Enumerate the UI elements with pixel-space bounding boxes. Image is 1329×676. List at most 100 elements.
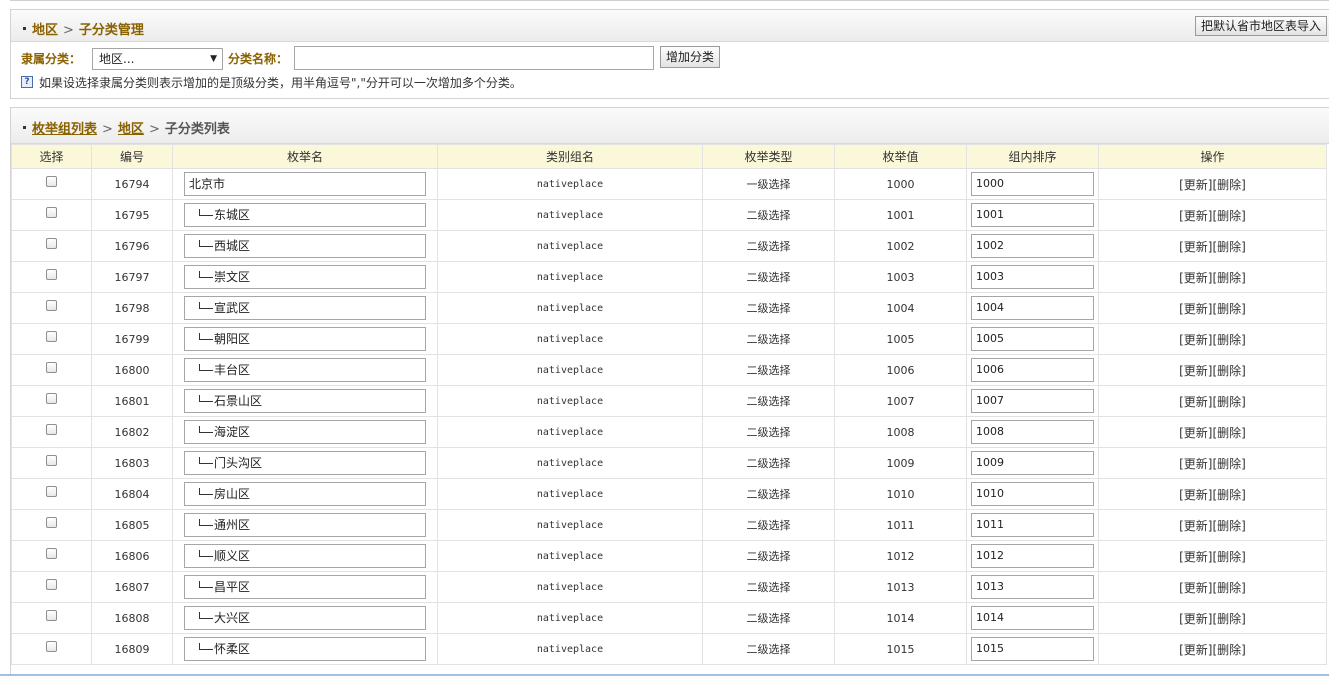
- enum-name-input[interactable]: 朝阳区: [184, 327, 426, 351]
- row-checkbox[interactable]: [46, 362, 57, 373]
- order-input[interactable]: 1004: [971, 296, 1094, 320]
- enum-name-input[interactable]: 石景山区: [184, 389, 426, 413]
- enum-name-input[interactable]: 东城区: [184, 203, 426, 227]
- order-input[interactable]: 1008: [971, 420, 1094, 444]
- enum-name-input[interactable]: 北京市: [184, 172, 426, 196]
- column-header-actions: 操作: [1098, 144, 1327, 169]
- enum-name-input[interactable]: 房山区: [184, 482, 426, 506]
- order-input[interactable]: 1013: [971, 575, 1094, 599]
- order-input[interactable]: 1000: [971, 172, 1094, 196]
- row-checkbox[interactable]: [46, 269, 57, 280]
- row-checkbox[interactable]: [46, 393, 57, 404]
- category-name-input[interactable]: [294, 46, 654, 70]
- row-checkbox[interactable]: [46, 207, 57, 218]
- enum-name-input[interactable]: 顺义区: [184, 544, 426, 568]
- order-input[interactable]: 1014: [971, 606, 1094, 630]
- row-actions: [更新][删除]: [1098, 323, 1327, 355]
- row-checkbox[interactable]: [46, 486, 57, 497]
- delete-link[interactable]: [删除]: [1213, 333, 1246, 347]
- row-checkbox[interactable]: [46, 238, 57, 249]
- delete-link[interactable]: [删除]: [1213, 302, 1246, 316]
- row-checkbox[interactable]: [46, 176, 57, 187]
- update-link[interactable]: [更新]: [1179, 581, 1212, 595]
- enum-name-input[interactable]: 丰台区: [184, 358, 426, 382]
- update-link[interactable]: [更新]: [1179, 333, 1212, 347]
- update-link[interactable]: [更新]: [1179, 550, 1212, 564]
- delete-link[interactable]: [删除]: [1213, 209, 1246, 223]
- update-link[interactable]: [更新]: [1179, 612, 1212, 626]
- row-checkbox[interactable]: [46, 300, 57, 311]
- row-checkbox[interactable]: [46, 517, 57, 528]
- enum-name-input[interactable]: 昌平区: [184, 575, 426, 599]
- order-input[interactable]: 1011: [971, 513, 1094, 537]
- row-checkbox[interactable]: [46, 579, 57, 590]
- order-input[interactable]: 1012: [971, 544, 1094, 568]
- enum-name-input[interactable]: 大兴区: [184, 606, 426, 630]
- row-checkbox[interactable]: [46, 641, 57, 652]
- enum-name-input[interactable]: 通州区: [184, 513, 426, 537]
- tree-branch-icon: [199, 643, 213, 650]
- order-input[interactable]: 1007: [971, 389, 1094, 413]
- enum-name-input[interactable]: 西城区: [184, 234, 426, 258]
- delete-link[interactable]: [删除]: [1213, 395, 1246, 409]
- row-checkbox[interactable]: [46, 548, 57, 559]
- update-link[interactable]: [更新]: [1179, 643, 1212, 657]
- update-link[interactable]: [更新]: [1179, 426, 1212, 440]
- delete-link[interactable]: [删除]: [1213, 271, 1246, 285]
- import-default-regions-button[interactable]: 把默认省市地区表导入: [1194, 16, 1327, 36]
- update-link[interactable]: [更新]: [1179, 395, 1212, 409]
- update-link[interactable]: [更新]: [1179, 178, 1212, 192]
- order-input[interactable]: 1009: [971, 451, 1094, 475]
- delete-link[interactable]: [删除]: [1213, 643, 1246, 657]
- row-id: 16803: [91, 447, 173, 479]
- delete-link[interactable]: [删除]: [1213, 457, 1246, 471]
- help-icon: ?: [21, 75, 33, 88]
- row-actions: [更新][删除]: [1098, 292, 1327, 324]
- enum-name-input[interactable]: 宣武区: [184, 296, 426, 320]
- breadcrumb-region-link[interactable]: 地区: [118, 122, 144, 137]
- delete-link[interactable]: [删除]: [1213, 488, 1246, 502]
- delete-link[interactable]: [删除]: [1213, 240, 1246, 254]
- update-link[interactable]: [更新]: [1179, 302, 1212, 316]
- row-select-cell: [11, 602, 92, 634]
- order-input[interactable]: 1003: [971, 265, 1094, 289]
- row-checkbox[interactable]: [46, 455, 57, 466]
- update-link[interactable]: [更新]: [1179, 364, 1212, 378]
- tree-branch-icon: [199, 426, 213, 433]
- order-input[interactable]: 1002: [971, 234, 1094, 258]
- update-link[interactable]: [更新]: [1179, 457, 1212, 471]
- update-link[interactable]: [更新]: [1179, 209, 1212, 223]
- delete-link[interactable]: [删除]: [1213, 178, 1246, 192]
- enum-name-input[interactable]: 怀柔区: [184, 637, 426, 661]
- row-name-cell: 宣武区: [172, 292, 438, 324]
- enum-name-value: 朝阳区: [214, 332, 251, 346]
- enum-name-input[interactable]: 崇文区: [184, 265, 426, 289]
- row-value: 1005: [834, 323, 967, 355]
- delete-link[interactable]: [删除]: [1213, 550, 1246, 564]
- update-link[interactable]: [更新]: [1179, 240, 1212, 254]
- breadcrumb-enum-groups-link[interactable]: 枚举组列表: [32, 122, 97, 137]
- row-actions: [更新][删除]: [1098, 354, 1327, 386]
- row-checkbox[interactable]: [46, 331, 57, 342]
- order-input[interactable]: 1005: [971, 327, 1094, 351]
- enum-name-input[interactable]: 海淀区: [184, 420, 426, 444]
- order-input[interactable]: 1015: [971, 637, 1094, 661]
- update-link[interactable]: [更新]: [1179, 271, 1212, 285]
- delete-link[interactable]: [删除]: [1213, 426, 1246, 440]
- add-category-button[interactable]: 增加分类: [660, 46, 721, 68]
- row-checkbox[interactable]: [46, 610, 57, 621]
- delete-link[interactable]: [删除]: [1213, 581, 1246, 595]
- row-value: 1015: [834, 633, 967, 665]
- order-input[interactable]: 1001: [971, 203, 1094, 227]
- delete-link[interactable]: [删除]: [1213, 519, 1246, 533]
- parent-category-select[interactable]: 地区... ▼: [92, 48, 223, 70]
- row-checkbox[interactable]: [46, 424, 57, 435]
- enum-name-input[interactable]: 门头沟区: [184, 451, 426, 475]
- delete-link[interactable]: [删除]: [1213, 364, 1246, 378]
- update-link[interactable]: [更新]: [1179, 519, 1212, 533]
- order-input[interactable]: 1010: [971, 482, 1094, 506]
- delete-link[interactable]: [删除]: [1213, 612, 1246, 626]
- tree-branch-icon: [199, 457, 213, 464]
- update-link[interactable]: [更新]: [1179, 488, 1212, 502]
- order-input[interactable]: 1006: [971, 358, 1094, 382]
